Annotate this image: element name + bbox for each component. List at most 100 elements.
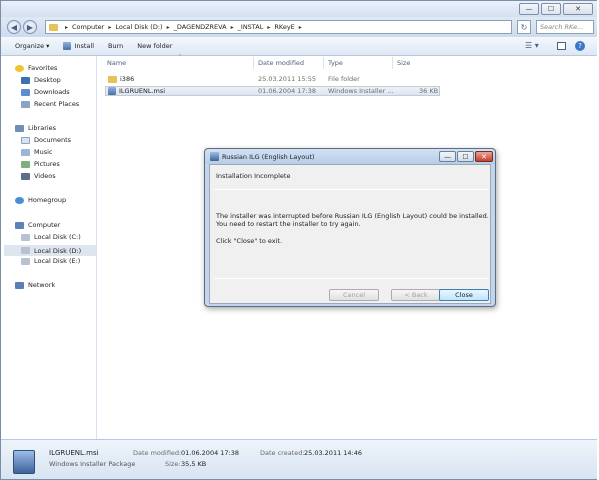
installer-large-icon — [13, 450, 35, 474]
command-bar: Organize ▾ Install Burn New folder ☰ ▾ ? — [1, 37, 598, 56]
install-button[interactable]: Install — [63, 42, 94, 50]
sort-chevron-icon: ⌃ — [178, 54, 183, 60]
nav-label: Music — [34, 148, 53, 156]
help-icon[interactable]: ? — [575, 41, 585, 51]
dialog-body: Installation Incomplete The installer wa… — [209, 164, 491, 304]
close-button[interactable]: Close — [439, 289, 489, 301]
nav-music[interactable]: Music — [21, 148, 53, 156]
divider — [214, 189, 488, 190]
network-icon — [15, 281, 24, 289]
chevron-right-icon: ▸ — [298, 23, 302, 31]
breadcrumb-dagendzreva[interactable]: _DAGENDZREVA — [174, 23, 227, 31]
nav-disk-e[interactable]: Local Disk (E:) — [21, 257, 80, 265]
details-date-created-label: Date created: — [260, 449, 305, 457]
nav-label: Libraries — [28, 124, 57, 132]
divider — [214, 278, 488, 279]
downloads-icon — [21, 88, 30, 96]
dialog-title: Russian ILG (English Layout) — [222, 152, 315, 161]
view-options-icon[interactable]: ☰ ▾ — [525, 41, 539, 50]
videos-icon — [21, 172, 30, 180]
forward-button[interactable]: ▶ — [23, 20, 37, 34]
breadcrumb-computer[interactable]: Computer — [72, 23, 104, 31]
nav-desktop[interactable]: Desktop — [21, 76, 61, 84]
dialog-minimize-button[interactable]: — — [439, 151, 456, 162]
nav-documents[interactable]: Documents — [21, 136, 71, 144]
nav-label: Homegroup — [28, 196, 67, 204]
dialog-maximize-button[interactable]: ☐ — [457, 151, 474, 162]
nav-videos[interactable]: Videos — [21, 172, 56, 180]
breadcrumb-instal[interactable]: _INSTAL — [238, 23, 264, 31]
documents-icon — [21, 136, 30, 144]
nav-favorites[interactable]: Favorites — [15, 64, 57, 72]
file-name-cell: i386 — [108, 75, 134, 83]
file-type: File folder — [328, 75, 360, 83]
maximize-icon: ☐ — [547, 5, 555, 13]
back-button[interactable]: < Back — [391, 289, 441, 301]
dialog-message-line: You need to restart the installer to try… — [216, 220, 361, 228]
nav-disk-c[interactable]: Local Disk (C:) — [21, 233, 81, 241]
folder-icon — [49, 23, 58, 31]
column-header-name[interactable]: Name — [107, 59, 126, 67]
column-header-date[interactable]: Date modified — [258, 59, 304, 67]
column-separator[interactable] — [323, 57, 324, 69]
nav-label: Local Disk (E:) — [34, 257, 81, 265]
search-input[interactable]: Search RKe... — [536, 20, 594, 34]
details-file-name: ILGRUENL.msi — [49, 449, 99, 457]
drive-icon — [21, 247, 30, 254]
file-name: ILGRUENL.msi — [119, 87, 166, 95]
back-button[interactable]: ◀ — [7, 20, 21, 34]
file-row[interactable]: i386 25.03.2011 15:55 File folder — [105, 74, 440, 84]
column-separator[interactable] — [253, 57, 254, 69]
close-icon: ✕ — [575, 5, 581, 13]
new-folder-button[interactable]: New folder — [137, 42, 172, 50]
nav-pictures[interactable]: Pictures — [21, 160, 60, 168]
refresh-button[interactable]: ↻ — [517, 20, 531, 34]
install-label: Install — [74, 42, 95, 50]
nav-recent-places[interactable]: Recent Places — [21, 100, 79, 108]
homegroup-icon — [15, 196, 24, 204]
address-field[interactable]: ▸ Computer ▸ Local Disk (D:) ▸ _DAGENDZR… — [45, 20, 512, 34]
nav-homegroup[interactable]: Homegroup — [15, 196, 66, 204]
nav-label: Videos — [34, 172, 56, 180]
minimize-icon: — — [525, 5, 533, 13]
minimize-button[interactable]: — — [519, 3, 539, 15]
close-window-button[interactable]: ✕ — [563, 3, 593, 15]
file-date: 01.06.2004 17:38 — [258, 87, 317, 95]
nav-network[interactable]: Network — [15, 281, 55, 289]
drive-icon — [21, 233, 30, 241]
file-row-selected[interactable]: ILGRUENL.msi 01.06.2004 17:38 Windows In… — [105, 86, 440, 96]
forward-arrow-icon: ▶ — [26, 22, 34, 32]
nav-downloads[interactable]: Downloads — [21, 88, 70, 96]
column-separator[interactable] — [392, 57, 393, 69]
cancel-button[interactable]: Cancel — [329, 289, 379, 301]
details-file-kind: Windows Installer Package — [49, 460, 136, 468]
nav-computer[interactable]: Computer — [15, 221, 60, 229]
dialog-title-bar: Russian ILG (English Layout) — ☐ ✕ — [205, 149, 495, 164]
nav-label: Documents — [34, 136, 72, 144]
dialog-heading: Installation Incomplete — [216, 172, 291, 180]
column-header-type[interactable]: Type — [328, 59, 343, 67]
nav-label: Desktop — [34, 76, 61, 84]
column-header-size[interactable]: Size — [397, 59, 410, 67]
dialog-close-button[interactable]: ✕ — [475, 151, 493, 162]
nav-label: Recent Places — [34, 100, 80, 108]
burn-button[interactable]: Burn — [108, 42, 123, 50]
nav-label: Downloads — [34, 88, 70, 96]
organize-button[interactable]: Organize ▾ — [15, 42, 49, 50]
libraries-icon — [15, 124, 24, 132]
file-name: i386 — [120, 75, 135, 83]
chevron-right-icon: ▸ — [230, 23, 234, 31]
maximize-button[interactable]: ☐ — [541, 3, 561, 15]
desktop-icon — [21, 76, 30, 84]
file-date: 25.03.2011 15:55 — [258, 75, 317, 83]
breadcrumb-rkeye[interactable]: RKeyE — [274, 23, 294, 31]
details-date-created: 25.03.2011 14:46 — [304, 449, 363, 457]
details-date-modified-label: Date modified: — [133, 449, 182, 457]
chevron-right-icon: ▸ — [108, 23, 112, 31]
nav-disk-d[interactable]: Local Disk (D:) — [4, 245, 96, 256]
nav-libraries[interactable]: Libraries — [15, 124, 56, 132]
navigation-pane: Favorites Desktop Downloads Recent Place… — [1, 56, 97, 439]
breadcrumb-disk-d[interactable]: Local Disk (D:) — [115, 23, 162, 31]
preview-pane-icon[interactable] — [557, 42, 566, 50]
installer-icon — [108, 87, 116, 95]
